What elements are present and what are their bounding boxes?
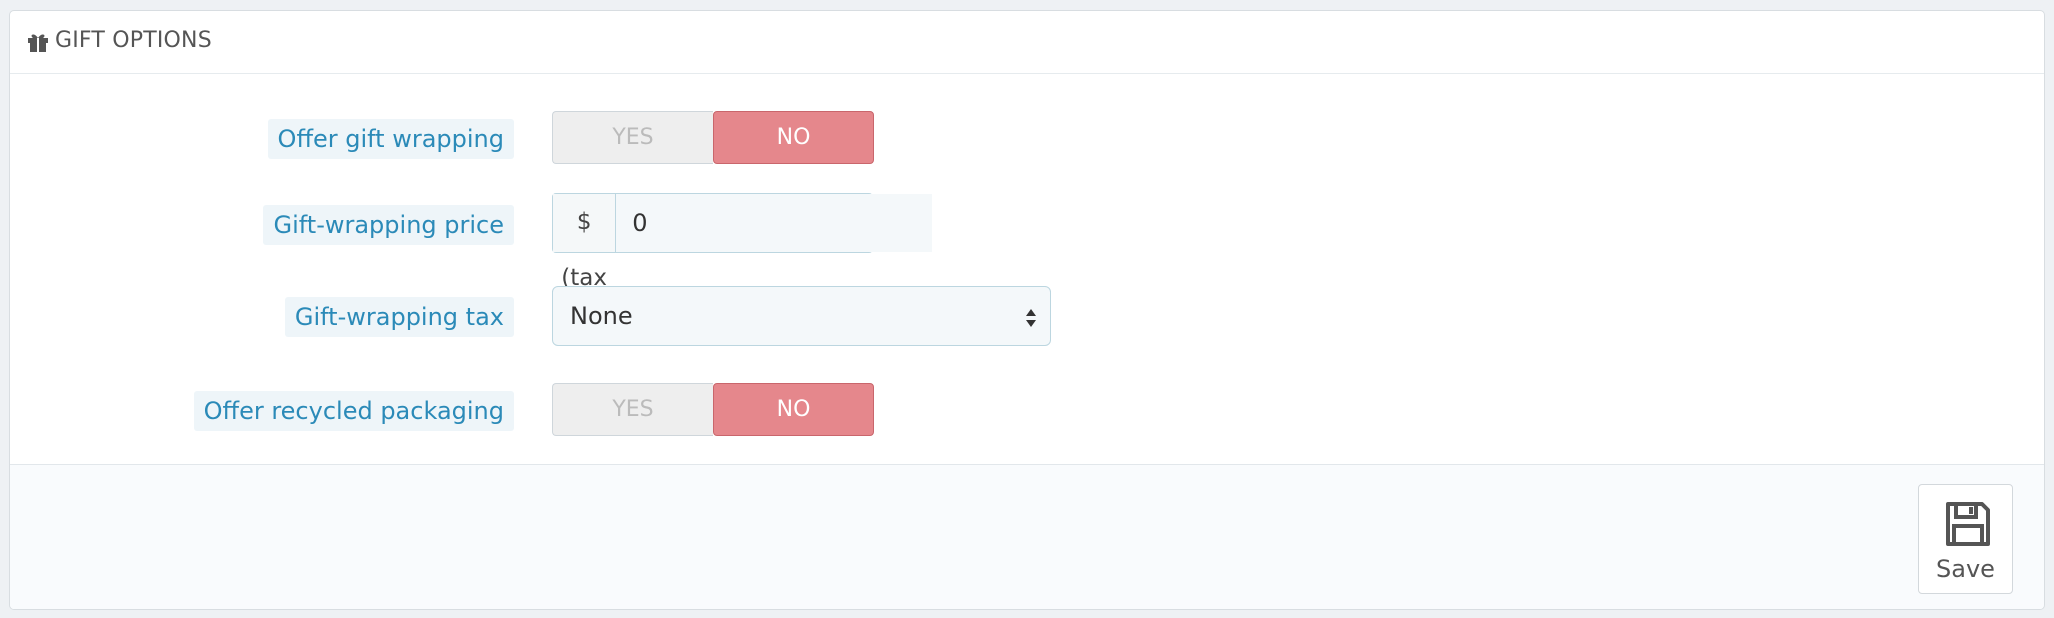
panel-header: GIFT OPTIONS bbox=[10, 11, 2044, 74]
currency-addon: $ (tax excl.) bbox=[553, 194, 617, 347]
gift-wrapping-tax-select[interactable]: None bbox=[552, 286, 1051, 346]
offer-gift-wrapping-label: Offer gift wrapping bbox=[267, 119, 514, 159]
gift-wrapping-tax-value: None bbox=[570, 302, 633, 330]
panel-title: GIFT OPTIONS bbox=[55, 28, 212, 53]
offer-recycled-packaging-no[interactable]: NO bbox=[713, 383, 874, 436]
select-arrows-icon bbox=[1026, 309, 1036, 327]
offer-gift-wrapping-yes[interactable]: YES bbox=[552, 111, 713, 164]
save-button[interactable]: Save bbox=[1918, 484, 2013, 594]
offer-recycled-packaging-toggle[interactable]: YES NO bbox=[552, 383, 874, 436]
gift-wrapping-tax-label: Gift-wrapping tax bbox=[284, 297, 514, 337]
gift-icon bbox=[28, 34, 48, 52]
gift-wrapping-price-input[interactable] bbox=[616, 194, 933, 252]
gift-options-panel: GIFT OPTIONS Offer gift wrapping YES NO … bbox=[9, 10, 2045, 610]
panel-footer: Save bbox=[10, 464, 2044, 609]
offer-recycled-packaging-label: Offer recycled packaging bbox=[193, 391, 514, 431]
gift-wrapping-price-group: $ (tax excl.) bbox=[552, 193, 933, 347]
offer-recycled-packaging-yes[interactable]: YES bbox=[552, 383, 713, 436]
save-label: Save bbox=[1936, 555, 1995, 583]
gift-wrapping-price-label: Gift-wrapping price bbox=[263, 205, 514, 245]
offer-gift-wrapping-no[interactable]: NO bbox=[713, 111, 874, 164]
offer-gift-wrapping-toggle[interactable]: YES NO bbox=[552, 111, 874, 164]
floppy-disk-icon bbox=[1946, 502, 1990, 546]
